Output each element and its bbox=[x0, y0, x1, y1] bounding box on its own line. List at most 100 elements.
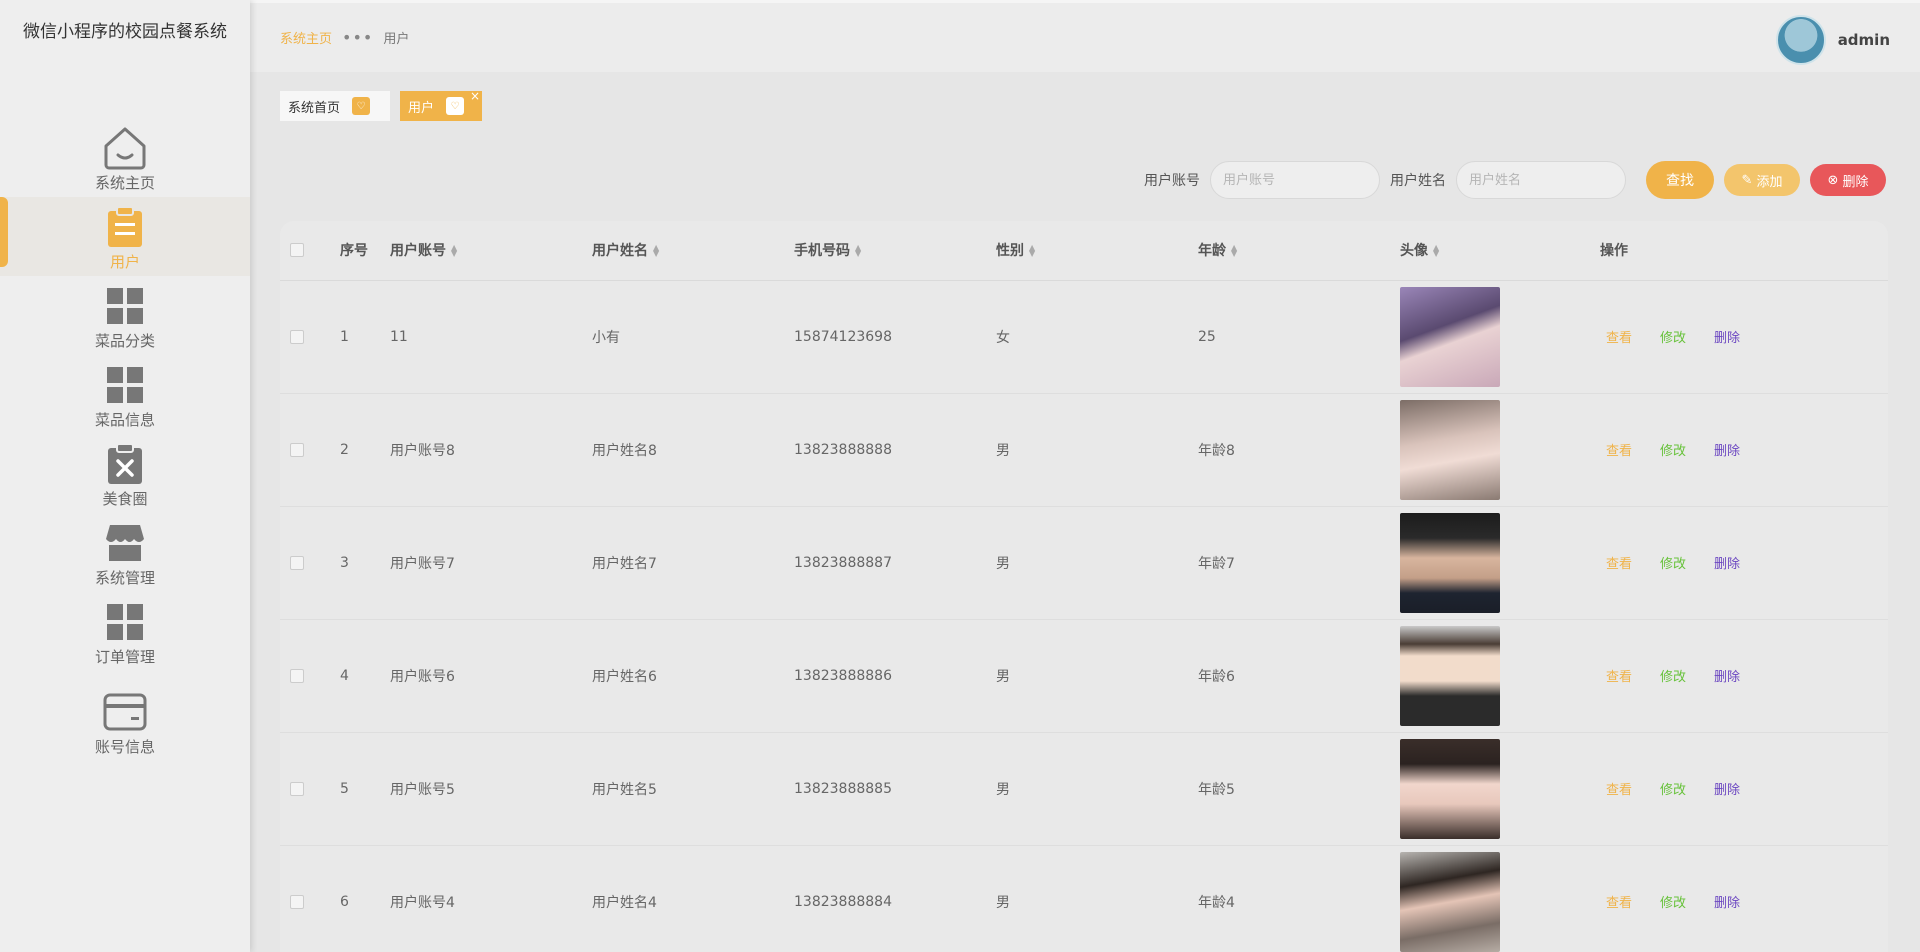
view-link[interactable]: 查看 bbox=[1606, 892, 1632, 911]
sidebar-item-system[interactable]: 系统管理 bbox=[0, 513, 250, 592]
sort-icon[interactable]: ▲ ▼ bbox=[451, 244, 457, 258]
breadcrumb-home-link[interactable]: 系统主页 bbox=[280, 28, 332, 47]
select-all-checkbox[interactable] bbox=[290, 243, 304, 258]
sidebar-item-dish-info[interactable]: 菜品信息 bbox=[0, 355, 250, 434]
sidebar-item-orders[interactable]: 订单管理 bbox=[0, 592, 250, 682]
edit-link[interactable]: 修改 bbox=[1660, 666, 1686, 685]
sort-icon[interactable]: ▲ ▼ bbox=[1029, 244, 1035, 258]
row-actions: 查看 修改 删除 bbox=[1600, 553, 1888, 572]
sidebar-item-users[interactable]: 用户 bbox=[0, 197, 250, 276]
user-menu[interactable]: admin bbox=[1775, 15, 1890, 65]
search-button[interactable]: 查找 bbox=[1646, 161, 1714, 199]
cell-phone: 13823888888 bbox=[794, 441, 892, 458]
row-checkbox[interactable] bbox=[290, 781, 304, 796]
cell-sex: 男 bbox=[996, 668, 1010, 685]
sort-icon[interactable]: ▲ ▼ bbox=[653, 244, 659, 258]
add-button[interactable]: ✎ 添加 bbox=[1724, 164, 1800, 196]
delete-link[interactable]: 删除 bbox=[1714, 779, 1740, 798]
delete-link[interactable]: 删除 bbox=[1714, 892, 1740, 911]
table-row: 4 用户账号6 用户姓名6 13823888886 男 年龄6 查看 修改 删除 bbox=[280, 619, 1888, 732]
cell-sex: 男 bbox=[996, 781, 1010, 798]
view-link[interactable]: 查看 bbox=[1606, 440, 1632, 459]
col-age[interactable]: 年龄 ▲ ▼ bbox=[1198, 221, 1400, 281]
card-icon bbox=[101, 688, 149, 736]
sidebar-item-account[interactable]: 账号信息 bbox=[0, 682, 250, 761]
cell-index: 3 bbox=[340, 554, 349, 571]
table-row: 2 用户账号8 用户姓名8 13823888888 男 年龄8 查看 修改 删除 bbox=[280, 393, 1888, 506]
col-name-label: 用户姓名 bbox=[592, 243, 648, 260]
cell-name: 用户姓名8 bbox=[592, 442, 657, 459]
row-checkbox[interactable] bbox=[290, 329, 304, 344]
cell-name: 用户姓名5 bbox=[592, 781, 657, 798]
name-search-input[interactable] bbox=[1456, 161, 1626, 199]
account-label: 用户账号 bbox=[1144, 173, 1200, 189]
sidebar-item-label: 用户 bbox=[109, 253, 140, 271]
edit-link[interactable]: 修改 bbox=[1660, 553, 1686, 572]
edit-link[interactable]: 修改 bbox=[1660, 779, 1686, 798]
sidebar-item-label: 订单管理 bbox=[94, 648, 155, 666]
row-checkbox[interactable] bbox=[290, 894, 304, 909]
username[interactable]: admin bbox=[1838, 31, 1890, 49]
table-row: 1 11 小有 15874123698 女 25 查看 修改 删除 bbox=[280, 280, 1888, 393]
cell-account: 用户账号4 bbox=[390, 894, 455, 911]
sort-icon[interactable]: ▲ ▼ bbox=[1231, 244, 1237, 258]
col-phone[interactable]: 手机号码 ▲ ▼ bbox=[794, 221, 996, 281]
delete-link[interactable]: 删除 bbox=[1714, 327, 1740, 346]
cell-age: 25 bbox=[1198, 328, 1216, 345]
name-label: 用户姓名 bbox=[1390, 173, 1446, 189]
sidebar-item-home[interactable]: 系统主页 bbox=[0, 118, 250, 197]
col-sex[interactable]: 性别 ▲ ▼ bbox=[996, 221, 1198, 281]
delete-link[interactable]: 删除 bbox=[1714, 553, 1740, 572]
sidebar-item-food-circle[interactable]: 美食圈 bbox=[0, 434, 250, 513]
view-link[interactable]: 查看 bbox=[1606, 327, 1632, 346]
tag-users[interactable]: 用户 ♡ × bbox=[400, 89, 482, 121]
edit-link[interactable]: 修改 bbox=[1660, 440, 1686, 459]
col-ops: 操作 bbox=[1600, 221, 1888, 281]
cell-index: 2 bbox=[340, 441, 349, 458]
store-icon bbox=[101, 519, 149, 567]
delete-button-label: 删除 bbox=[1842, 174, 1869, 190]
cell-age: 年龄7 bbox=[1198, 555, 1235, 572]
sort-icon[interactable]: ▲ ▼ bbox=[1433, 244, 1439, 258]
avatar-photo[interactable] bbox=[1400, 625, 1500, 726]
cell-name: 用户姓名7 bbox=[592, 555, 657, 572]
clipboard-x-icon bbox=[101, 440, 149, 488]
row-actions: 查看 修改 删除 bbox=[1600, 666, 1888, 685]
cell-sex: 男 bbox=[996, 442, 1010, 459]
tag-home[interactable]: 系统首页 ♡ bbox=[280, 91, 390, 121]
delete-button[interactable]: ⊗ 删除 bbox=[1810, 164, 1886, 196]
col-name[interactable]: 用户姓名 ▲ ▼ bbox=[592, 221, 794, 281]
sidebar-item-label: 系统主页 bbox=[94, 174, 155, 192]
avatar[interactable] bbox=[1775, 15, 1826, 65]
row-checkbox[interactable] bbox=[290, 668, 304, 683]
row-actions: 查看 修改 删除 bbox=[1600, 440, 1888, 459]
cell-index: 5 bbox=[340, 780, 349, 797]
col-account[interactable]: 用户账号 ▲ ▼ bbox=[390, 221, 592, 281]
view-link[interactable]: 查看 bbox=[1606, 779, 1632, 798]
cell-phone: 13823888884 bbox=[794, 893, 892, 910]
cell-sex: 男 bbox=[996, 894, 1010, 911]
avatar-photo[interactable] bbox=[1400, 738, 1500, 839]
edit-link[interactable]: 修改 bbox=[1660, 892, 1686, 911]
avatar-photo[interactable] bbox=[1400, 286, 1500, 387]
sidebar-item-dish-category[interactable]: 菜品分类 bbox=[0, 276, 250, 355]
view-link[interactable]: 查看 bbox=[1606, 553, 1632, 572]
close-icon[interactable]: × bbox=[470, 89, 480, 103]
search-bar: 用户账号 用户姓名 查找 ✎添加 ⊗删除 bbox=[1144, 161, 1886, 199]
delete-link[interactable]: 删除 bbox=[1714, 440, 1740, 459]
cell-account: 用户账号7 bbox=[390, 555, 455, 572]
account-search-input[interactable] bbox=[1210, 161, 1380, 199]
add-button-label: 添加 bbox=[1756, 174, 1783, 190]
user-table: 序号 用户账号 ▲ ▼ 用户姓名 ▲ ▼ 手机号码 ▲ ▼ 性别 ▲ ▼ 年龄 ▲ ▼ 头像 ▲ ▼ 操… bbox=[280, 221, 1888, 952]
col-phone-label: 手机号码 bbox=[794, 243, 850, 260]
row-checkbox[interactable] bbox=[290, 555, 304, 570]
avatar-photo[interactable] bbox=[1400, 399, 1500, 500]
avatar-photo[interactable] bbox=[1400, 512, 1500, 613]
col-avatar[interactable]: 头像 ▲ ▼ bbox=[1400, 221, 1600, 281]
row-checkbox[interactable] bbox=[290, 442, 304, 457]
delete-link[interactable]: 删除 bbox=[1714, 666, 1740, 685]
edit-link[interactable]: 修改 bbox=[1660, 327, 1686, 346]
sort-icon[interactable]: ▲ ▼ bbox=[855, 244, 861, 258]
avatar-photo[interactable] bbox=[1400, 851, 1500, 952]
view-link[interactable]: 查看 bbox=[1606, 666, 1632, 685]
